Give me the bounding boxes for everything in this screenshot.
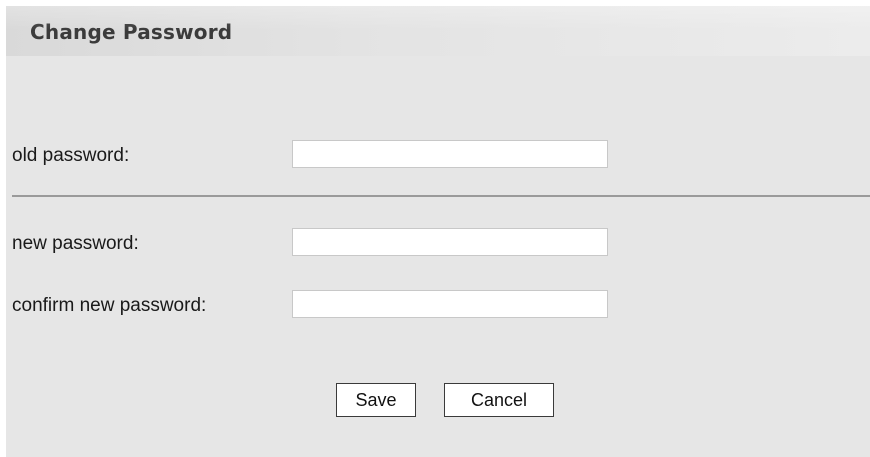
dialog-title-bar: Change Password [6,6,870,56]
cancel-button[interactable]: Cancel [444,383,554,417]
dialog-title: Change Password [30,20,233,44]
change-password-dialog: Change Password old password: new passwo… [6,6,870,457]
form-divider [12,195,870,197]
save-button[interactable]: Save [336,383,416,417]
old-password-label: old password: [12,145,130,166]
old-password-input[interactable] [292,140,608,168]
confirm-password-label: confirm new password: [12,295,207,316]
confirm-password-input[interactable] [292,290,608,318]
new-password-input[interactable] [292,228,608,256]
new-password-label: new password: [12,233,139,254]
